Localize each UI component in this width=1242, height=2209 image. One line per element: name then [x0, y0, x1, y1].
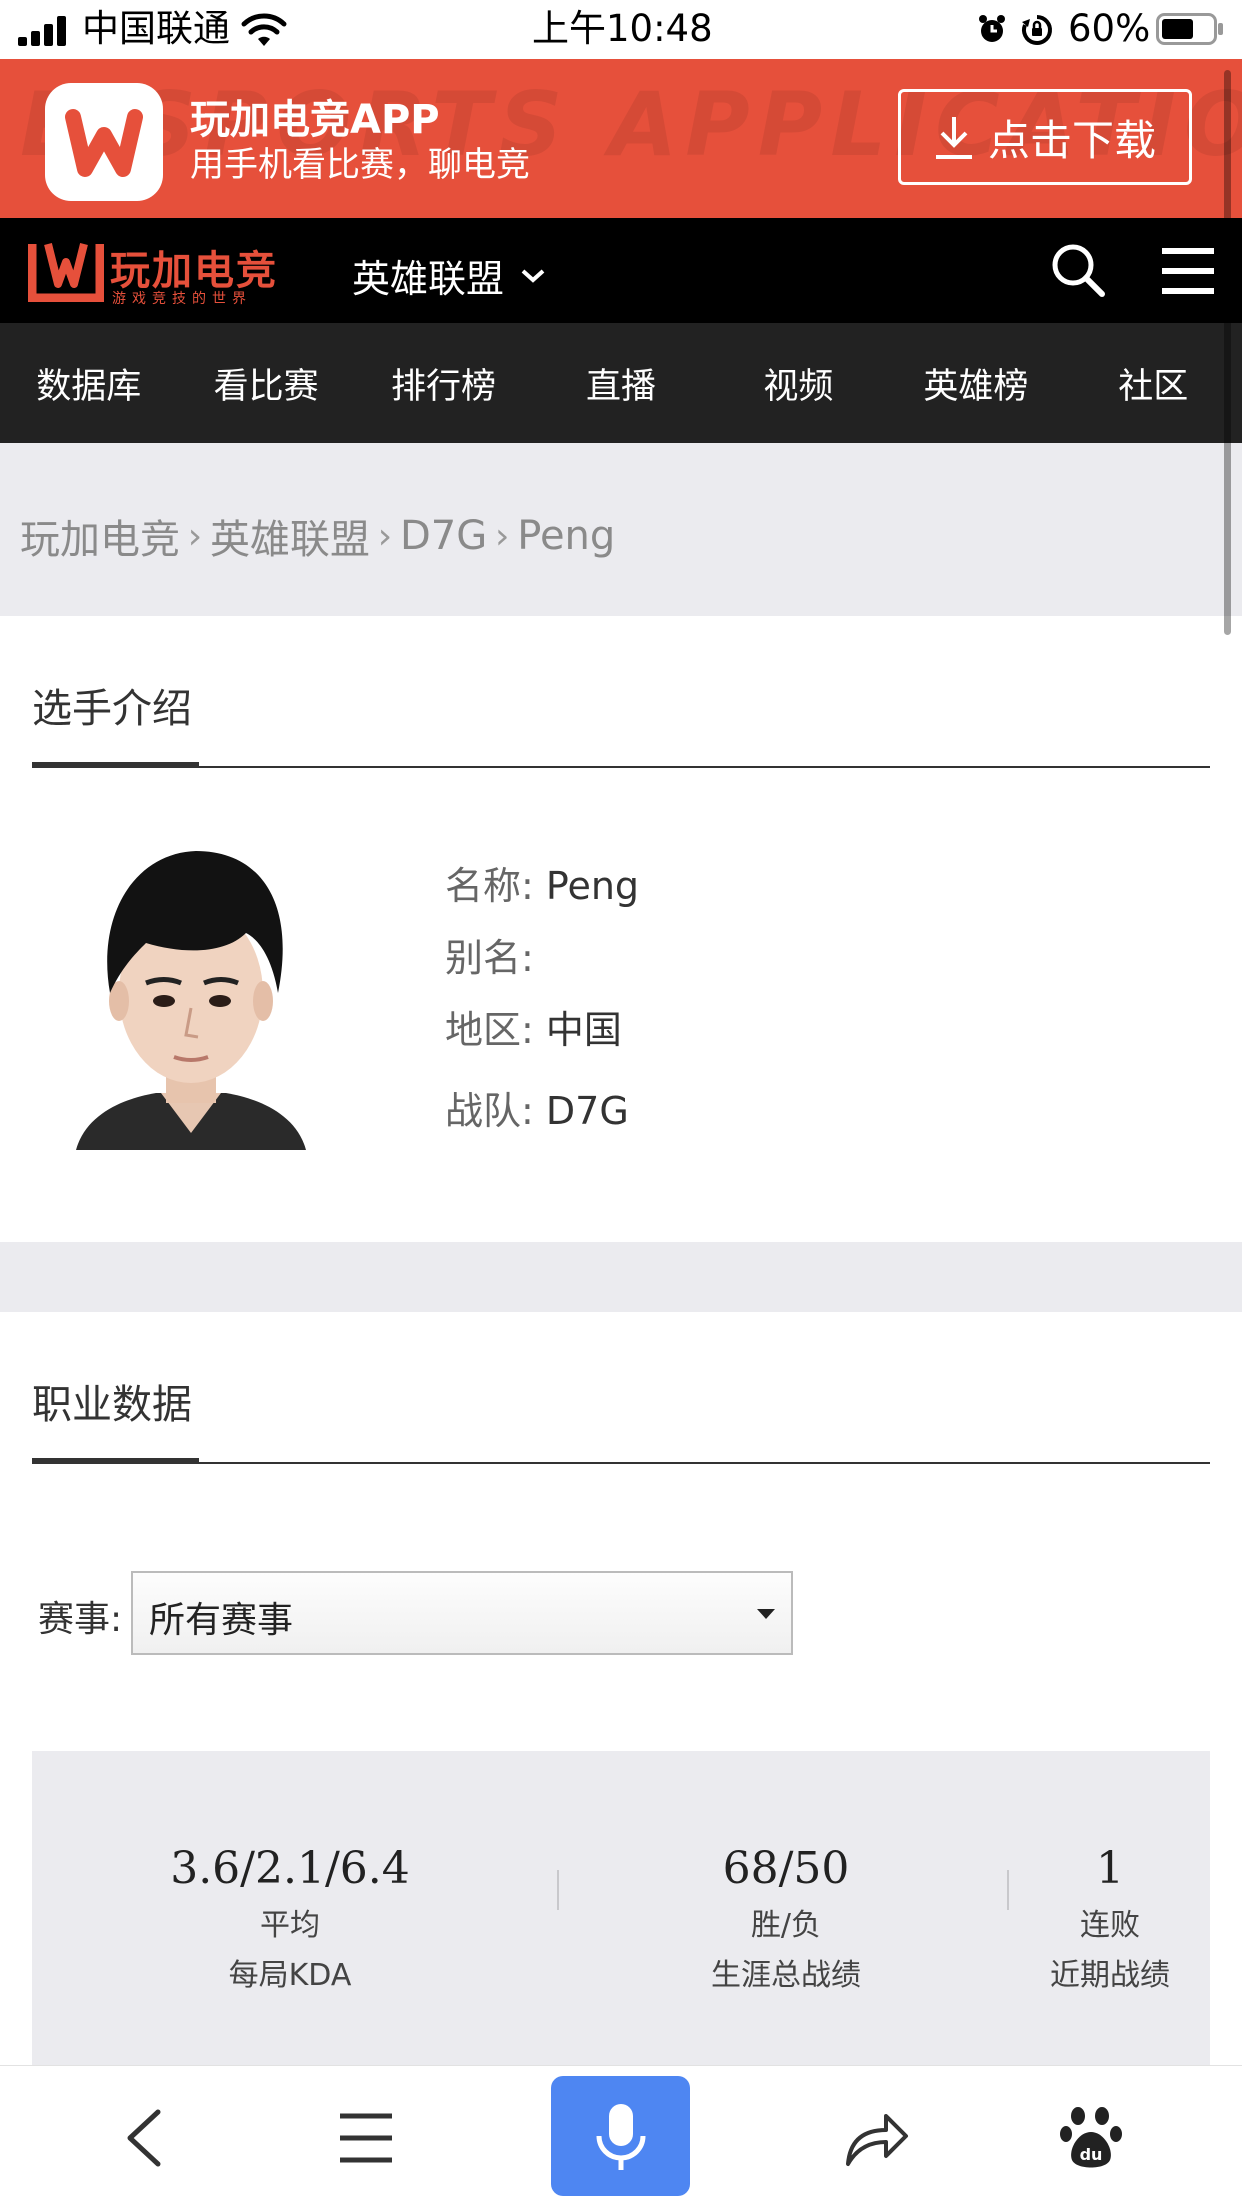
- stat-streak-caption: 近期战绩: [1050, 1958, 1170, 1993]
- player-intro-title: 选手介绍: [32, 686, 192, 732]
- breadcrumb-current: Peng: [517, 513, 616, 559]
- site-logo-icon[interactable]: [28, 240, 104, 302]
- info-value-team[interactable]: D7G: [546, 1089, 629, 1133]
- event-filter-label: 赛事:: [38, 1599, 123, 1640]
- stat-kda: 3.6/2.1/6.4 平均 每局KDA: [140, 1843, 440, 1994]
- career-data-title: 职业数据: [32, 1382, 192, 1428]
- section-divider: [32, 766, 1210, 768]
- battery-icon: [1156, 13, 1223, 45]
- nav-item-live[interactable]: 直播: [532, 358, 709, 409]
- app-logo-icon: [45, 83, 163, 201]
- scrollbar[interactable]: [1224, 70, 1231, 635]
- player-avatar: [76, 851, 306, 1150]
- stat-kda-value: 3.6/2.1/6.4: [170, 1843, 410, 1894]
- nav-item-database[interactable]: 数据库: [0, 358, 177, 409]
- search-icon[interactable]: [1050, 242, 1106, 298]
- section-spacer: [0, 1242, 1242, 1312]
- event-filter-select[interactable]: 所有赛事: [131, 1571, 793, 1655]
- nav-item-hero-board[interactable]: 英雄榜: [887, 358, 1064, 409]
- chevron-down-icon: [521, 269, 545, 283]
- orientation-lock-icon: [1022, 15, 1052, 45]
- app-subtitle: 用手机看比赛，聊电竞: [190, 145, 530, 185]
- browser-toolbar: du: [0, 2065, 1242, 2209]
- microphone-icon: [596, 2104, 646, 2170]
- chevron-right-icon: ›: [377, 515, 393, 557]
- status-bar: 中国联通 上午10:48 60%: [0, 0, 1242, 59]
- stat-divider: [1007, 1870, 1009, 1910]
- baidu-paw-icon[interactable]: du: [1060, 2106, 1122, 2170]
- menu-icon[interactable]: [1160, 246, 1216, 296]
- breadcrumb: 玩加电竞 › 英雄联盟 › D7G › Peng: [20, 507, 615, 565]
- nav-item-video[interactable]: 视频: [710, 358, 887, 409]
- stat-streak-value: 1: [1096, 1843, 1124, 1894]
- menu-icon[interactable]: [338, 2112, 394, 2164]
- share-icon[interactable]: [844, 2108, 910, 2168]
- section-divider: [32, 1462, 1210, 1464]
- info-label-alias: 别名:: [445, 936, 534, 980]
- alarm-icon: [979, 15, 1005, 42]
- download-button-label: 点击下载: [987, 115, 1156, 165]
- site-logo-tagline: 游戏竞技的世界: [112, 291, 252, 307]
- nav-item-matches[interactable]: 看比赛: [177, 358, 354, 409]
- signal-strength-icon: [18, 16, 66, 46]
- voice-search-button[interactable]: [551, 2076, 690, 2196]
- clock: 上午10:48: [532, 7, 713, 50]
- info-label-name: 名称:: [445, 864, 534, 908]
- info-label-region: 地区:: [445, 1008, 534, 1052]
- battery-percent: 60%: [1068, 7, 1151, 50]
- breadcrumb-link-home[interactable]: 玩加电竞: [20, 507, 180, 565]
- carrier-name: 中国联通: [82, 7, 230, 50]
- back-icon[interactable]: [124, 2108, 164, 2168]
- info-value-region: 中国: [545, 1008, 622, 1052]
- stat-record: 68/50 胜/负 生涯总战绩: [636, 1843, 936, 1994]
- info-row-alias: 别名:: [445, 927, 534, 982]
- stat-kda-label: 平均: [260, 1908, 320, 1943]
- breadcrumb-link-team[interactable]: D7G: [400, 513, 487, 559]
- svg-text:du: du: [1080, 2145, 1103, 2164]
- event-filter-value: 所有赛事: [149, 1600, 294, 1641]
- info-row-region: 地区: 中国: [445, 999, 622, 1054]
- wifi-icon: [241, 13, 287, 46]
- caret-down-icon: [757, 1609, 775, 1619]
- game-selector-label: 英雄联盟: [352, 257, 505, 301]
- site-header: 玩加电竞 游戏竞技的世界 英雄联盟: [0, 218, 1242, 323]
- app-download-banner[interactable]: E-SPORTS APPLICATION 玩加电竞APP 用手机看比赛，聊电竞 …: [0, 59, 1242, 218]
- stat-streak: 1 连败 近期战绩: [1035, 1843, 1185, 1994]
- info-row-name: 名称: Peng: [445, 855, 639, 910]
- section-divider-accent: [32, 1458, 199, 1464]
- stat-record-value: 68/50: [722, 1843, 850, 1894]
- download-button[interactable]: 点击下载: [898, 89, 1192, 185]
- breadcrumb-bar: 玩加电竞 › 英雄联盟 › D7G › Peng: [0, 443, 1242, 616]
- stat-record-caption: 生涯总战绩: [711, 1958, 861, 1993]
- chevron-right-icon: ›: [187, 515, 203, 557]
- download-icon: [935, 117, 972, 159]
- nav-item-community[interactable]: 社区: [1065, 358, 1242, 409]
- info-label-team: 战队:: [445, 1089, 534, 1133]
- breadcrumb-link-game[interactable]: 英雄联盟: [210, 507, 370, 565]
- nav-item-rankings[interactable]: 排行榜: [355, 358, 532, 409]
- stat-streak-label: 连败: [1080, 1908, 1140, 1943]
- stat-kda-caption: 每局KDA: [228, 1958, 352, 1993]
- chevron-right-icon: ›: [495, 515, 510, 557]
- stat-record-label: 胜/负: [750, 1908, 822, 1943]
- main-nav: 数据库 看比赛 排行榜 直播 视频 英雄榜 社区: [0, 323, 1242, 443]
- info-row-team: 战队: D7G: [445, 1080, 629, 1135]
- game-selector[interactable]: 英雄联盟: [352, 248, 546, 303]
- section-divider-accent: [32, 762, 199, 768]
- info-value-name: Peng: [545, 864, 640, 908]
- stat-divider: [557, 1870, 559, 1910]
